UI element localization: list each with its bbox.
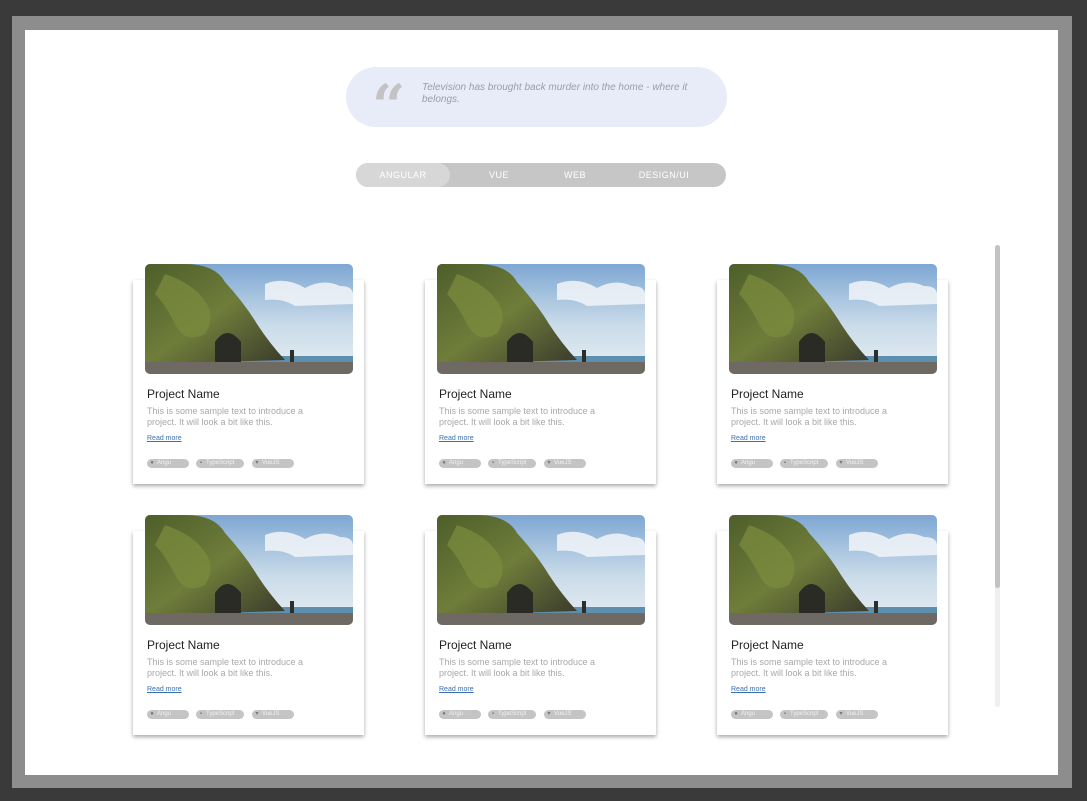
tag-angular[interactable]: ● Angu xyxy=(439,459,481,468)
project-description: This is some sample text to introduce a … xyxy=(147,406,304,427)
tag-label: TypeScript xyxy=(790,711,819,717)
quote-text: Television has brought back murder into … xyxy=(422,82,688,105)
scrollbar[interactable] xyxy=(995,245,1000,707)
project-image xyxy=(145,264,353,374)
scrollbar-thumb[interactable] xyxy=(995,245,1000,588)
tag-label: Angu xyxy=(449,460,464,466)
project-card[interactable]: Project Name This is some sample text to … xyxy=(717,515,948,735)
tag-label: TypeScript xyxy=(206,711,235,717)
tag-label: VueJS xyxy=(846,711,864,717)
tag-typescript[interactable]: ▪ TypeScript xyxy=(196,710,244,719)
tag-typescript[interactable]: ▪ TypeScript xyxy=(196,459,244,468)
read-more-link[interactable]: Read more xyxy=(147,435,182,442)
angular-icon: ● xyxy=(442,711,446,717)
vue-icon: ▾ xyxy=(839,711,843,717)
tag-vue[interactable]: ▾ VueJS xyxy=(252,710,294,719)
read-more-link[interactable]: Read more xyxy=(439,435,474,442)
project-image xyxy=(437,264,645,374)
project-title: Project Name xyxy=(731,387,804,401)
typescript-icon: ▪ xyxy=(199,460,203,466)
read-more-link[interactable]: Read more xyxy=(731,686,766,693)
tag-vue[interactable]: ▾ VueJS xyxy=(836,710,878,719)
tag-angular[interactable]: ● Angu xyxy=(147,459,189,468)
tag-label: TypeScript xyxy=(206,460,235,466)
tab-angular[interactable]: ANGULAR xyxy=(356,163,450,187)
angular-icon: ● xyxy=(150,711,154,717)
project-description: This is some sample text to introduce a … xyxy=(439,406,596,427)
tag-label: Angu xyxy=(449,711,464,717)
project-image xyxy=(729,515,937,625)
tab-web[interactable]: WEB xyxy=(550,163,600,187)
quote-icon: “ xyxy=(372,72,406,140)
tag-label: Angu xyxy=(157,711,172,717)
vue-icon: ▾ xyxy=(839,460,843,466)
typescript-icon: ▪ xyxy=(783,711,787,717)
project-description: This is some sample text to introduce a … xyxy=(439,657,596,678)
vue-icon: ▾ xyxy=(255,460,259,466)
read-more-link[interactable]: Read more xyxy=(731,435,766,442)
tag-angular[interactable]: ● Angu xyxy=(731,710,773,719)
project-title: Project Name xyxy=(731,638,804,652)
tag-vue[interactable]: ▾ VueJS xyxy=(836,459,878,468)
portfolio-page: “ Television has brought back murder int… xyxy=(25,30,1058,775)
tag-label: VueJS xyxy=(846,460,864,466)
angular-icon: ● xyxy=(734,711,738,717)
tag-angular[interactable]: ● Angu xyxy=(147,710,189,719)
tag-label: Angu xyxy=(741,460,756,466)
category-tabs: ANGULAR VUE WEB DESIGN/UI xyxy=(356,163,726,187)
tag-typescript[interactable]: ▪ TypeScript xyxy=(488,710,536,719)
tag-label: Angu xyxy=(741,711,756,717)
project-card[interactable]: Project Name This is some sample text to … xyxy=(425,264,656,484)
tag-vue[interactable]: ▾ VueJS xyxy=(252,459,294,468)
project-card[interactable]: Project Name This is some sample text to … xyxy=(133,515,364,735)
tag-typescript[interactable]: ▪ TypeScript xyxy=(780,710,828,719)
project-description: This is some sample text to introduce a … xyxy=(731,657,888,678)
project-image xyxy=(729,264,937,374)
tag-angular[interactable]: ● Angu xyxy=(731,459,773,468)
tab-design-ui[interactable]: DESIGN/UI xyxy=(628,163,700,187)
tag-label: VueJS xyxy=(554,460,572,466)
angular-icon: ● xyxy=(734,460,738,466)
typescript-icon: ▪ xyxy=(783,460,787,466)
read-more-link[interactable]: Read more xyxy=(147,686,182,693)
tab-vue[interactable]: VUE xyxy=(474,163,524,187)
project-image xyxy=(145,515,353,625)
quote-banner: “ Television has brought back murder int… xyxy=(346,67,727,140)
typescript-icon: ▪ xyxy=(491,711,495,717)
project-title: Project Name xyxy=(147,638,220,652)
tag-label: Angu xyxy=(157,460,172,466)
tag-label: VueJS xyxy=(262,460,280,466)
project-title: Project Name xyxy=(147,387,220,401)
project-card[interactable]: Project Name This is some sample text to … xyxy=(425,515,656,735)
typescript-icon: ▪ xyxy=(199,711,203,717)
tag-label: VueJS xyxy=(554,711,572,717)
tag-vue[interactable]: ▾ VueJS xyxy=(544,459,586,468)
tag-label: TypeScript xyxy=(498,711,527,717)
tag-label: TypeScript xyxy=(790,460,819,466)
project-card[interactable]: Project Name This is some sample text to … xyxy=(133,264,364,484)
typescript-icon: ▪ xyxy=(491,460,495,466)
angular-icon: ● xyxy=(150,460,154,466)
vue-icon: ▾ xyxy=(547,460,551,466)
tag-typescript[interactable]: ▪ TypeScript xyxy=(488,459,536,468)
project-title: Project Name xyxy=(439,387,512,401)
tag-vue[interactable]: ▾ VueJS xyxy=(544,710,586,719)
tag-typescript[interactable]: ▪ TypeScript xyxy=(780,459,828,468)
vue-icon: ▾ xyxy=(547,711,551,717)
project-description: This is some sample text to introduce a … xyxy=(147,657,304,678)
project-title: Project Name xyxy=(439,638,512,652)
vue-icon: ▾ xyxy=(255,711,259,717)
project-description: This is some sample text to introduce a … xyxy=(731,406,888,427)
read-more-link[interactable]: Read more xyxy=(439,686,474,693)
project-image xyxy=(437,515,645,625)
tag-label: TypeScript xyxy=(498,460,527,466)
tag-label: VueJS xyxy=(262,711,280,717)
tag-angular[interactable]: ● Angu xyxy=(439,710,481,719)
angular-icon: ● xyxy=(442,460,446,466)
project-card[interactable]: Project Name This is some sample text to … xyxy=(717,264,948,484)
